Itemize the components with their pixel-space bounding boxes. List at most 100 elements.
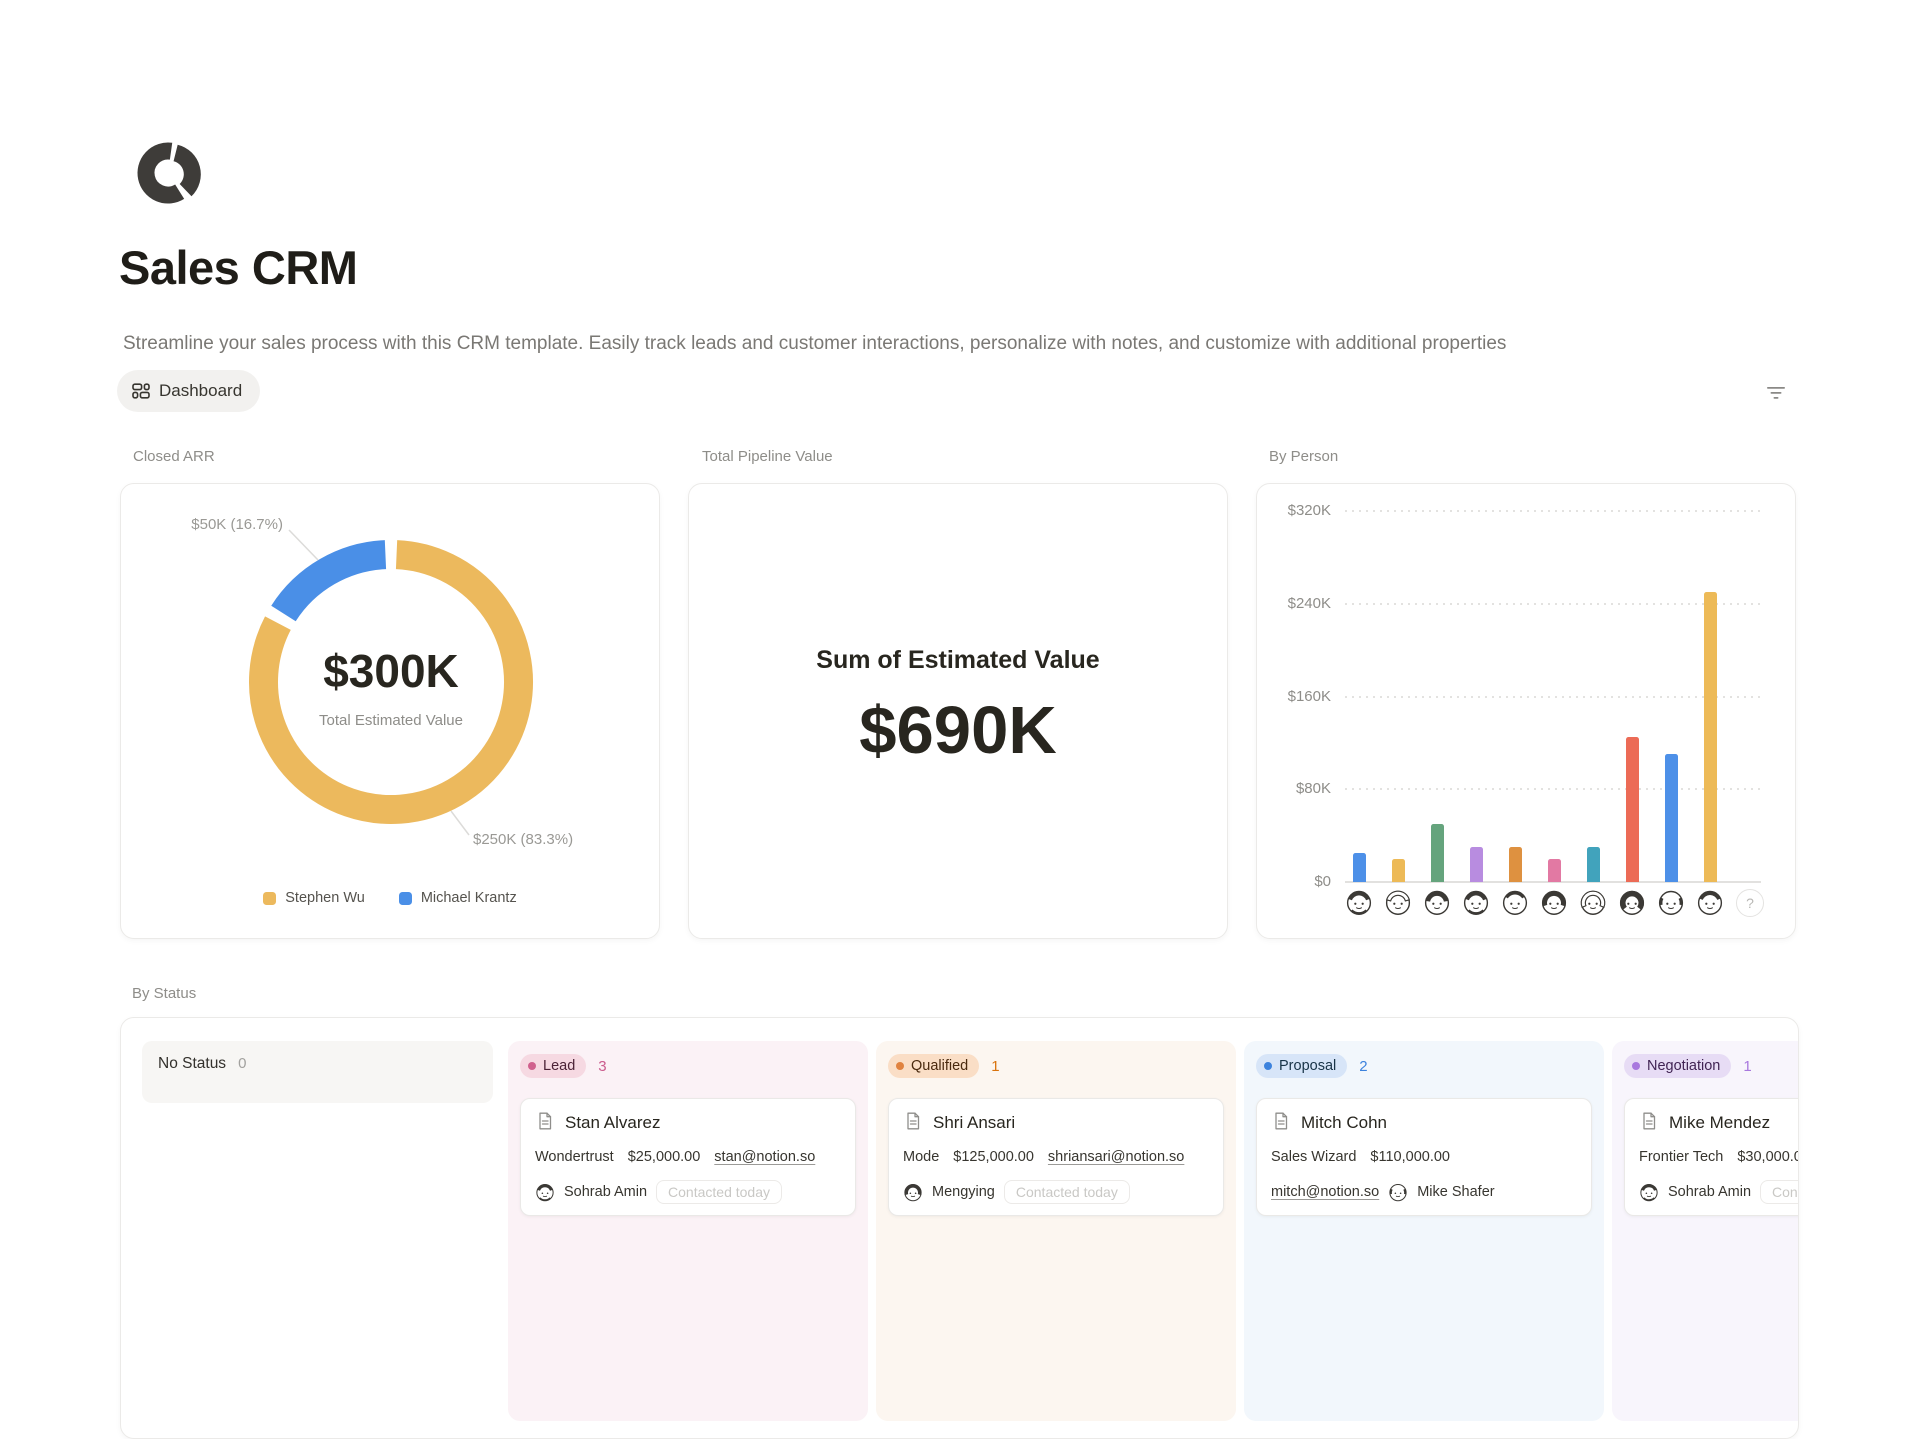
donut-chart <box>121 484 659 938</box>
tab-dashboard[interactable]: Dashboard <box>117 370 260 412</box>
status-name: Proposal <box>1279 1058 1336 1074</box>
contacted-status-field[interactable]: Contacted today <box>1004 1180 1130 1204</box>
status-name: Negotiation <box>1647 1058 1720 1074</box>
status-dot <box>1264 1062 1272 1070</box>
deal-email-link[interactable]: mitch@notion.so <box>1271 1184 1379 1200</box>
page-logo-donut-icon <box>130 135 206 211</box>
y-axis-tick: $0 <box>1257 873 1331 890</box>
deal-card-mike-mendez[interactable]: Mike Mendez Frontier Tech$30,000.00 Sohrab… <box>1624 1098 1799 1216</box>
deal-fields-row: Wondertrust $25,000.00 stan@notion.so <box>535 1147 841 1167</box>
board-column-proposal: Proposal 2 Mitch Cohn Sales Wizard $110,000… <box>1244 1041 1604 1421</box>
person-avatar-icon <box>1579 888 1607 921</box>
legend-item: Michael Krantz <box>399 890 517 906</box>
by-status-label: By Status <box>132 985 196 1002</box>
deal-card-shri-ansari[interactable]: Shri AnsariMode$125,000.00shriansari@not… <box>888 1098 1224 1216</box>
board-column-header: Negotiation 1 <box>1624 1054 1799 1078</box>
deal-title: Shri Ansari <box>933 1113 1015 1133</box>
no-status-count: 0 <box>238 1055 246 1072</box>
closed-arr-card: $50K (16.7%) $250K (83.3%) $300K Total E… <box>120 483 660 939</box>
status-pill-lead[interactable]: Lead <box>520 1054 586 1078</box>
board-column-header: Qualified 1 <box>888 1054 1224 1078</box>
deal-person-row: mitch@notion.soMike Shafer <box>1271 1180 1577 1204</box>
unassigned-icon: ? <box>1736 889 1764 917</box>
status-dot <box>528 1062 536 1070</box>
bar <box>1353 853 1366 882</box>
deal-person-row: Sohrab Amin Contacted today <box>1639 1180 1799 1204</box>
status-pill-negotiation[interactable]: Negotiation <box>1624 1054 1731 1078</box>
column-count: 3 <box>598 1058 606 1075</box>
contacted-status-field[interactable]: Contacted today <box>1760 1180 1799 1204</box>
person-avatar-icon <box>1423 888 1451 921</box>
document-icon <box>1271 1111 1291 1136</box>
y-axis-tick: $240K <box>1257 595 1331 612</box>
gridline <box>1345 510 1761 512</box>
legend-item: Stephen Wu <box>263 890 365 906</box>
deal-field: Sales Wizard <box>1271 1149 1356 1165</box>
column-count: 1 <box>1743 1058 1751 1075</box>
gridline <box>1345 696 1761 698</box>
status-dot <box>1632 1062 1640 1070</box>
deal-title: Mike Mendez <box>1669 1113 1770 1133</box>
deal-card-mitch-cohn[interactable]: Mitch Cohn Sales Wizard $110,000.00 mitch@n… <box>1256 1098 1592 1216</box>
bar <box>1548 859 1561 882</box>
bar <box>1470 847 1483 882</box>
gridline <box>1345 788 1761 790</box>
board-column-qualified: Qualified 1 Shri AnsariMode$125,000.00shr… <box>876 1041 1236 1421</box>
legend-name: Michael Krantz <box>421 890 517 906</box>
person-avatar-icon <box>1618 888 1646 921</box>
deal-email-link[interactable]: stan@notion.so <box>714 1149 815 1165</box>
person-avatar-icon <box>1462 888 1490 921</box>
deal-field: $25,000.00 <box>628 1149 701 1165</box>
status-pill-proposal[interactable]: Proposal <box>1256 1054 1347 1078</box>
donut-legend: Stephen Wu Michael Krantz <box>121 890 659 906</box>
column-count: 2 <box>1359 1058 1367 1075</box>
status-board: No Status 0 Lead 3 Stan Alvarez Wondertrus… <box>120 1017 1799 1439</box>
board-column-header: Lead 3 <box>520 1054 856 1078</box>
bar <box>1665 754 1678 882</box>
bar <box>1509 847 1522 882</box>
document-icon <box>535 1111 555 1136</box>
person-avatar-icon <box>1540 888 1568 921</box>
pipeline-card: Sum of Estimated Value $690K <box>688 483 1228 939</box>
person-name: Sohrab Amin <box>1668 1184 1751 1200</box>
deal-title-row: Mitch Cohn <box>1271 1110 1577 1136</box>
document-icon <box>903 1111 923 1136</box>
bar <box>1431 824 1444 882</box>
deal-field: Frontier Tech <box>1639 1149 1723 1165</box>
tab-dashboard-label: Dashboard <box>159 381 242 401</box>
donut-callout-large: $250K (83.3%) <box>473 831 573 848</box>
person-avatar-icon <box>1696 888 1724 921</box>
deal-email-link[interactable]: shriansari@notion.so <box>1048 1149 1184 1165</box>
status-pill-qualified[interactable]: Qualified <box>888 1054 979 1078</box>
legend-swatch <box>263 892 276 905</box>
donut-callout-small: $50K (16.7%) <box>177 516 283 533</box>
pipeline-label: Total Pipeline Value <box>702 448 833 465</box>
y-axis-tick: $160K <box>1257 688 1331 705</box>
deal-person-row: Sohrab AminContacted today <box>535 1180 841 1204</box>
bar <box>1704 592 1717 882</box>
bar-chart: $320K$240K$160K$80K$0? <box>1257 484 1795 938</box>
deal-field: $110,000.00 <box>1370 1149 1450 1165</box>
legend-swatch <box>399 892 412 905</box>
deal-card-stan-alvarez[interactable]: Stan Alvarez Wondertrust $25,000.00 stan@no… <box>520 1098 856 1216</box>
page-description: Streamline your sales process with this … <box>123 333 1683 355</box>
board-column-negotiation: Negotiation 1 Mike Mendez Frontier Tech$30… <box>1612 1041 1799 1421</box>
person-avatar-icon <box>903 1182 923 1202</box>
deal-fields-row: Frontier Tech$30,000.00 <box>1639 1147 1799 1167</box>
board-column-header: Proposal 2 <box>1256 1054 1592 1078</box>
deal-title-row: Shri Ansari <box>903 1110 1209 1136</box>
y-axis-tick: $80K <box>1257 780 1331 797</box>
person-avatar-icon <box>1384 888 1412 921</box>
column-count: 1 <box>991 1058 999 1075</box>
deal-field: Wondertrust <box>535 1149 614 1165</box>
board-column-no-status[interactable]: No Status 0 <box>142 1041 493 1103</box>
status-name: Qualified <box>911 1058 968 1074</box>
person-avatar-icon <box>1501 888 1529 921</box>
status-name: Lead <box>543 1058 575 1074</box>
deal-title: Mitch Cohn <box>1301 1113 1387 1133</box>
deal-title: Stan Alvarez <box>565 1113 660 1133</box>
contacted-status-field[interactable]: Contacted today <box>656 1180 782 1204</box>
filter-icon[interactable] <box>1763 382 1789 404</box>
deal-fields-row: Sales Wizard $110,000.00 <box>1271 1147 1577 1167</box>
legend-name: Stephen Wu <box>285 890 365 906</box>
